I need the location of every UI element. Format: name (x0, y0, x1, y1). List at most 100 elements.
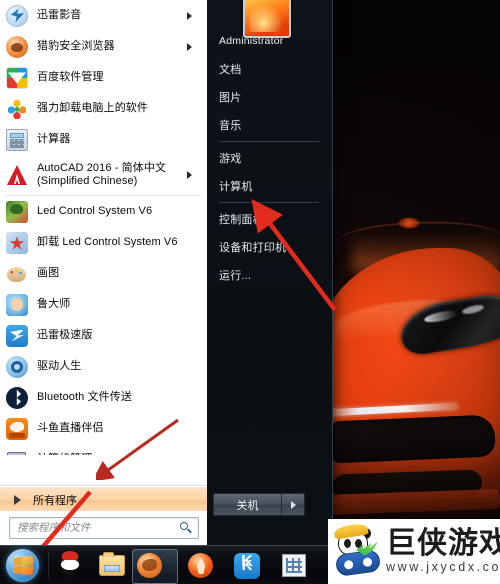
panda-gamepad-icon (332, 521, 384, 578)
program-label: 斗鱼直播伴侣 (37, 422, 104, 434)
panda-eye-right (355, 538, 362, 548)
taskbar-item-browser-fire[interactable] (132, 549, 178, 584)
search-box[interactable] (9, 517, 199, 539)
program-item-thunder-fast[interactable]: 迅雷极速版 (0, 320, 207, 351)
program-item-ludashi[interactable]: 鲁大师 (0, 289, 207, 320)
program-label: 计算器 (37, 133, 71, 145)
submenu-arrow-icon (187, 171, 197, 179)
autocad-icon (6, 164, 28, 186)
right-pane-separator (219, 202, 319, 203)
program-label: 鲁大师 (37, 298, 71, 310)
bluetooth-icon (6, 386, 28, 409)
explorer-folder-icon (99, 552, 125, 576)
program-label: 卸载 Led Control System V6 (37, 236, 178, 248)
user-name-label: Administrator (219, 35, 284, 47)
program-item-paint[interactable]: 画图 (0, 258, 207, 289)
taskbar-item-browser-flame[interactable] (184, 550, 216, 581)
shutdown-options-button[interactable] (281, 493, 305, 516)
program-label: 画图 (37, 267, 60, 279)
program-label: 猎豹安全浏览器 (37, 40, 115, 52)
program-item-driver-life[interactable]: 驱动人生 (0, 351, 207, 382)
calculator-icon (6, 128, 28, 151)
program-label: 驱动人生 (37, 360, 82, 372)
led-control-icon (6, 200, 28, 223)
right-item-run[interactable]: 运行... (207, 261, 332, 289)
right-item-games[interactable]: 游戏 (207, 144, 332, 172)
right-item-music[interactable]: 音乐 (207, 111, 332, 139)
kingsoft-letter: K (241, 553, 253, 570)
all-programs-button[interactable]: 所有程序 (0, 487, 207, 512)
program-item-led-uninstall[interactable]: 卸载 Led Control System V6 (0, 227, 207, 258)
screen: 迅雷影音 猎豹安全浏览器 百度软件管理 强力卸载电脑上的软件 计算器 AutoC… (0, 0, 500, 584)
taskbar-item-explorer[interactable] (96, 550, 128, 581)
ludashi-icon (6, 293, 28, 316)
program-item-thunder-media[interactable]: 迅雷影音 (0, 0, 207, 31)
taskbar-item-spreadsheet[interactable] (278, 550, 310, 581)
start-menu-right-list: Administrator 文档 图片 音乐 游戏 计算机 控制面板 设备和打印… (207, 27, 332, 289)
program-item-force-uninstall[interactable]: 强力卸载电脑上的软件 (0, 93, 207, 124)
right-item-label: 游戏 (219, 153, 242, 165)
computer-management-icon (6, 449, 28, 455)
right-item-control-panel[interactable]: 控制面板 (207, 205, 332, 233)
cheetah-browser-icon (6, 35, 28, 58)
right-item-pictures[interactable]: 图片 (207, 83, 332, 111)
kingsoft-k-icon: K (234, 553, 260, 579)
program-label: 迅雷影音 (37, 9, 82, 21)
program-item-calculator[interactable]: 计算器 (0, 124, 207, 155)
program-label: Bluetooth 文件传送 (37, 391, 132, 403)
right-item-user[interactable]: Administrator (207, 27, 332, 55)
shutdown-button[interactable]: 关机 (213, 493, 281, 516)
shutdown-control: 关机 (213, 493, 305, 516)
qq-icon (59, 551, 81, 578)
panda-eye-left (344, 538, 351, 548)
right-item-computer[interactable]: 计算机 (207, 172, 332, 200)
program-item-cheetah-browser[interactable]: 猎豹安全浏览器 (0, 31, 207, 62)
watermark-url: www.jxycdx.com (386, 560, 500, 574)
right-item-label: 图片 (219, 92, 242, 104)
program-item-douyu[interactable]: 斗鱼直播伴侣 (0, 413, 207, 444)
program-item-baidu-software[interactable]: 百度软件管理 (0, 62, 207, 93)
right-item-label: 计算机 (219, 181, 253, 193)
program-list: 迅雷影音 猎豹安全浏览器 百度软件管理 强力卸载电脑上的软件 计算器 AutoC… (0, 0, 207, 455)
browser-fire-icon (137, 553, 162, 578)
left-pane-separator (0, 485, 207, 486)
search-input[interactable] (10, 522, 178, 534)
baidu-software-icon (6, 66, 28, 89)
thunder-media-icon (6, 4, 28, 27)
right-pane-separator (219, 141, 319, 142)
watermark-texts: 巨侠游戏 www.jxycdx.com (386, 528, 500, 575)
driver-life-icon (6, 355, 28, 378)
program-item-computer-management[interactable]: 计算机管理 (0, 444, 207, 455)
taskbar-divider (48, 552, 49, 579)
program-label: 计算机管理 (37, 453, 203, 455)
search-icon (178, 520, 194, 536)
right-item-label: 运行... (219, 270, 252, 282)
watermark: 巨侠游戏 www.jxycdx.com (328, 519, 500, 584)
chevron-right-icon (290, 500, 296, 509)
all-programs-label: 所有程序 (33, 495, 77, 507)
submenu-arrow-icon (187, 11, 197, 20)
right-item-label: 设备和打印机 (219, 242, 287, 254)
right-item-label: 音乐 (219, 120, 242, 132)
program-item-autocad[interactable]: AutoCAD 2016 - 简体中文 (Simplified Chinese) (0, 155, 207, 195)
program-label: 百度软件管理 (37, 71, 104, 83)
program-label: Led Control System V6 (37, 205, 153, 217)
right-item-label: 控制面板 (219, 214, 264, 226)
paint-icon (6, 263, 28, 285)
program-item-led-control[interactable]: Led Control System V6 (0, 196, 207, 227)
start-button[interactable] (6, 549, 39, 582)
submenu-arrow-icon (187, 42, 197, 51)
right-item-documents[interactable]: 文档 (207, 55, 332, 83)
spreadsheet-icon (282, 554, 306, 577)
douyu-icon (6, 417, 28, 440)
taskbar-item-qq[interactable] (54, 550, 86, 581)
shutdown-label: 关机 (236, 499, 259, 512)
led-uninstall-icon (6, 231, 28, 254)
right-item-devices-printers[interactable]: 设备和打印机 (207, 233, 332, 261)
thunder-fast-icon (6, 324, 28, 347)
taskbar-item-kingsoft[interactable]: K (230, 550, 262, 581)
triangle-right-icon (14, 495, 21, 505)
browser-flame-icon (188, 553, 213, 578)
program-item-bluetooth-transfer[interactable]: Bluetooth 文件传送 (0, 382, 207, 413)
uninstaller-flower-icon (6, 98, 28, 120)
